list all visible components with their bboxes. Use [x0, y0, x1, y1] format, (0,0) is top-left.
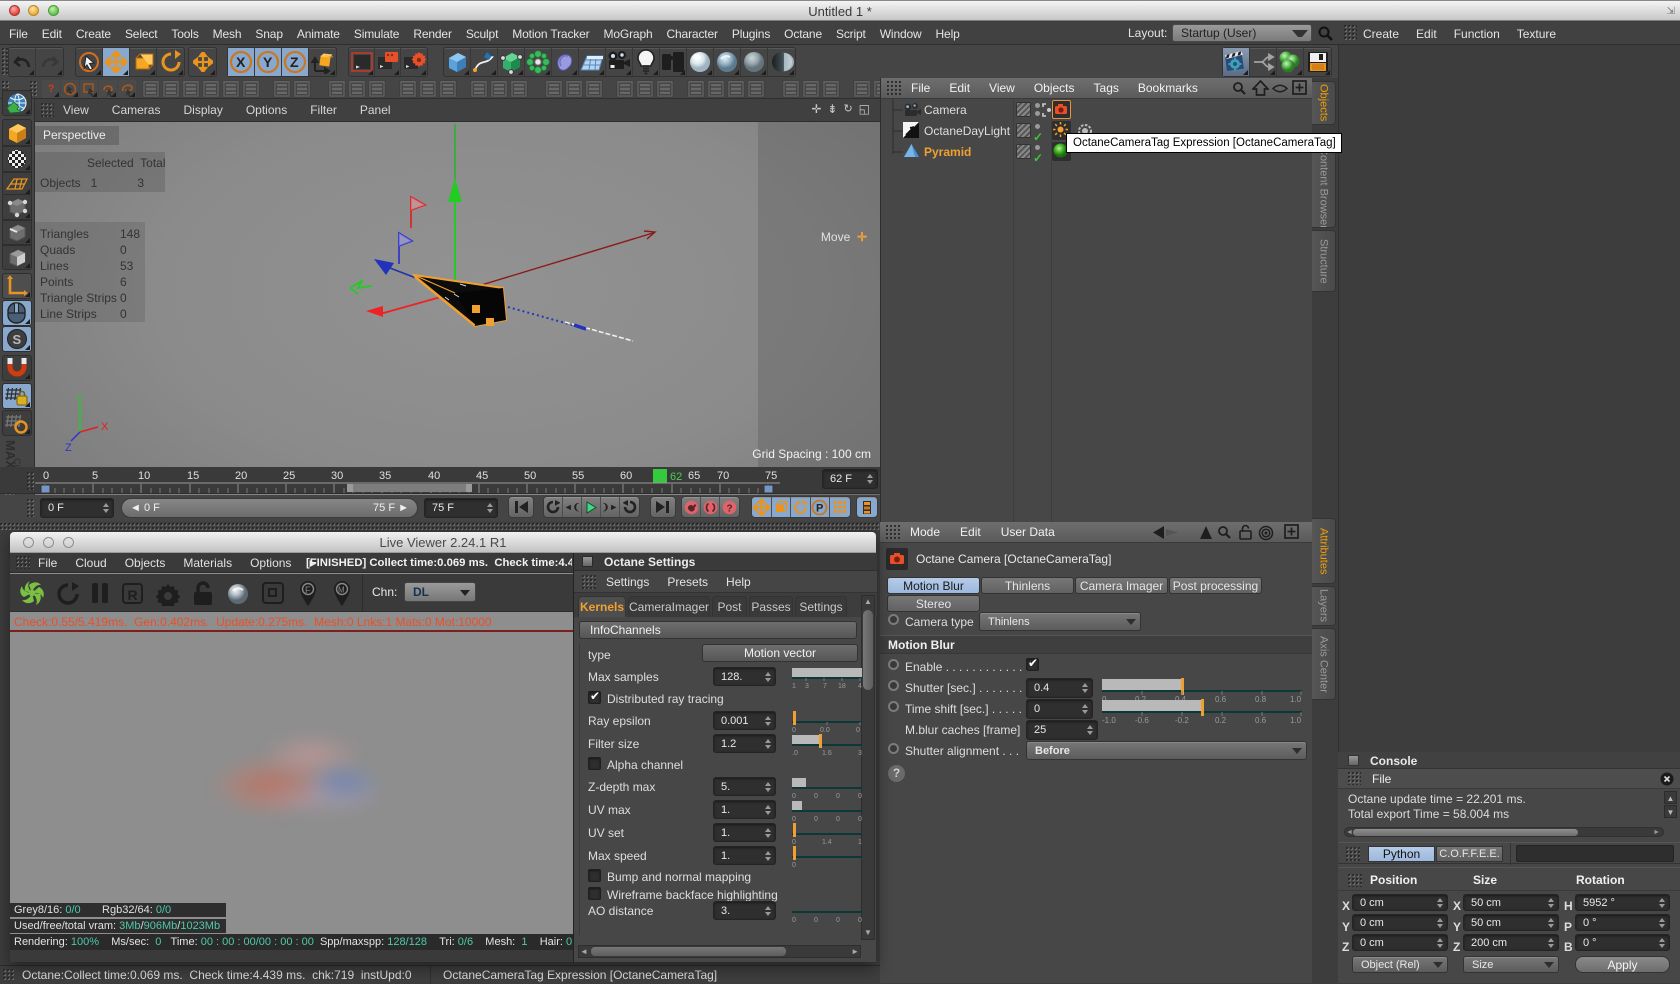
svg-text:0: 0: [792, 816, 796, 822]
svg-text:F: F: [305, 585, 311, 595]
svg-text:55: 55: [572, 470, 584, 482]
svg-text:0: 0: [836, 917, 840, 923]
svg-text:4: 4: [858, 683, 862, 689]
svg-text:0: 0: [836, 793, 840, 799]
svg-text:45: 45: [476, 470, 488, 482]
svg-text:0: 0: [814, 793, 818, 799]
svg-text:1.0: 1.0: [1290, 716, 1302, 724]
svg-text:3: 3: [858, 750, 862, 756]
svg-text:15: 15: [187, 470, 199, 482]
svg-text:?: ?: [727, 503, 733, 514]
svg-text:60: 60: [620, 470, 632, 482]
svg-text:0: 0: [814, 917, 818, 923]
svg-text:1.4: 1.4: [822, 839, 832, 845]
svg-text:20: 20: [235, 470, 247, 482]
svg-text:3: 3: [805, 683, 809, 689]
svg-text:P: P: [816, 502, 823, 514]
svg-text:Z: Z: [290, 54, 299, 70]
svg-text:5: 5: [92, 470, 98, 482]
svg-text:62: 62: [670, 471, 682, 483]
svg-text:0: 0: [792, 793, 796, 799]
svg-text:70: 70: [717, 470, 729, 482]
svg-text:0: 0: [858, 917, 862, 923]
svg-text:10: 10: [138, 470, 150, 482]
svg-text:1: 1: [792, 683, 796, 689]
svg-text:Y: Y: [263, 54, 273, 70]
svg-text:7: 7: [823, 683, 827, 689]
svg-text:0: 0: [858, 793, 862, 799]
svg-text:30: 30: [331, 470, 343, 482]
svg-text:0: 0: [792, 839, 796, 845]
svg-text:0: 0: [836, 816, 840, 822]
svg-text:1: 1: [858, 839, 862, 845]
svg-text:X: X: [236, 54, 246, 70]
svg-text:0.2: 0.2: [1215, 716, 1227, 724]
svg-text:18: 18: [838, 683, 846, 689]
svg-text:40: 40: [428, 470, 440, 482]
svg-text:0.0: 0.0: [820, 727, 830, 733]
svg-text:0: 0: [792, 727, 796, 733]
svg-text:0.6: 0.6: [1255, 716, 1267, 724]
svg-text:-0.6: -0.6: [1135, 716, 1149, 724]
svg-text:35: 35: [379, 470, 391, 482]
svg-text:0: 0: [792, 862, 796, 868]
svg-text:50: 50: [524, 470, 536, 482]
svg-text:0: 0: [858, 816, 862, 822]
svg-text:.0: .0: [792, 750, 798, 756]
svg-text:0: 0: [814, 816, 818, 822]
svg-text:X: X: [101, 421, 109, 433]
svg-text:75: 75: [765, 470, 777, 482]
svg-text:65: 65: [688, 470, 700, 482]
svg-text:25: 25: [283, 470, 295, 482]
svg-text:-1.0: -1.0: [1102, 716, 1116, 724]
svg-text:Y: Y: [76, 394, 84, 405]
svg-text:0: 0: [792, 917, 796, 923]
svg-text:1.6: 1.6: [822, 750, 832, 756]
svg-text:-0.2: -0.2: [1175, 716, 1189, 724]
svg-text:Z: Z: [65, 442, 72, 454]
svg-text:0: 0: [856, 727, 860, 733]
svg-text:S: S: [13, 332, 22, 347]
svg-text:0: 0: [43, 470, 49, 482]
svg-text:M: M: [338, 586, 345, 595]
